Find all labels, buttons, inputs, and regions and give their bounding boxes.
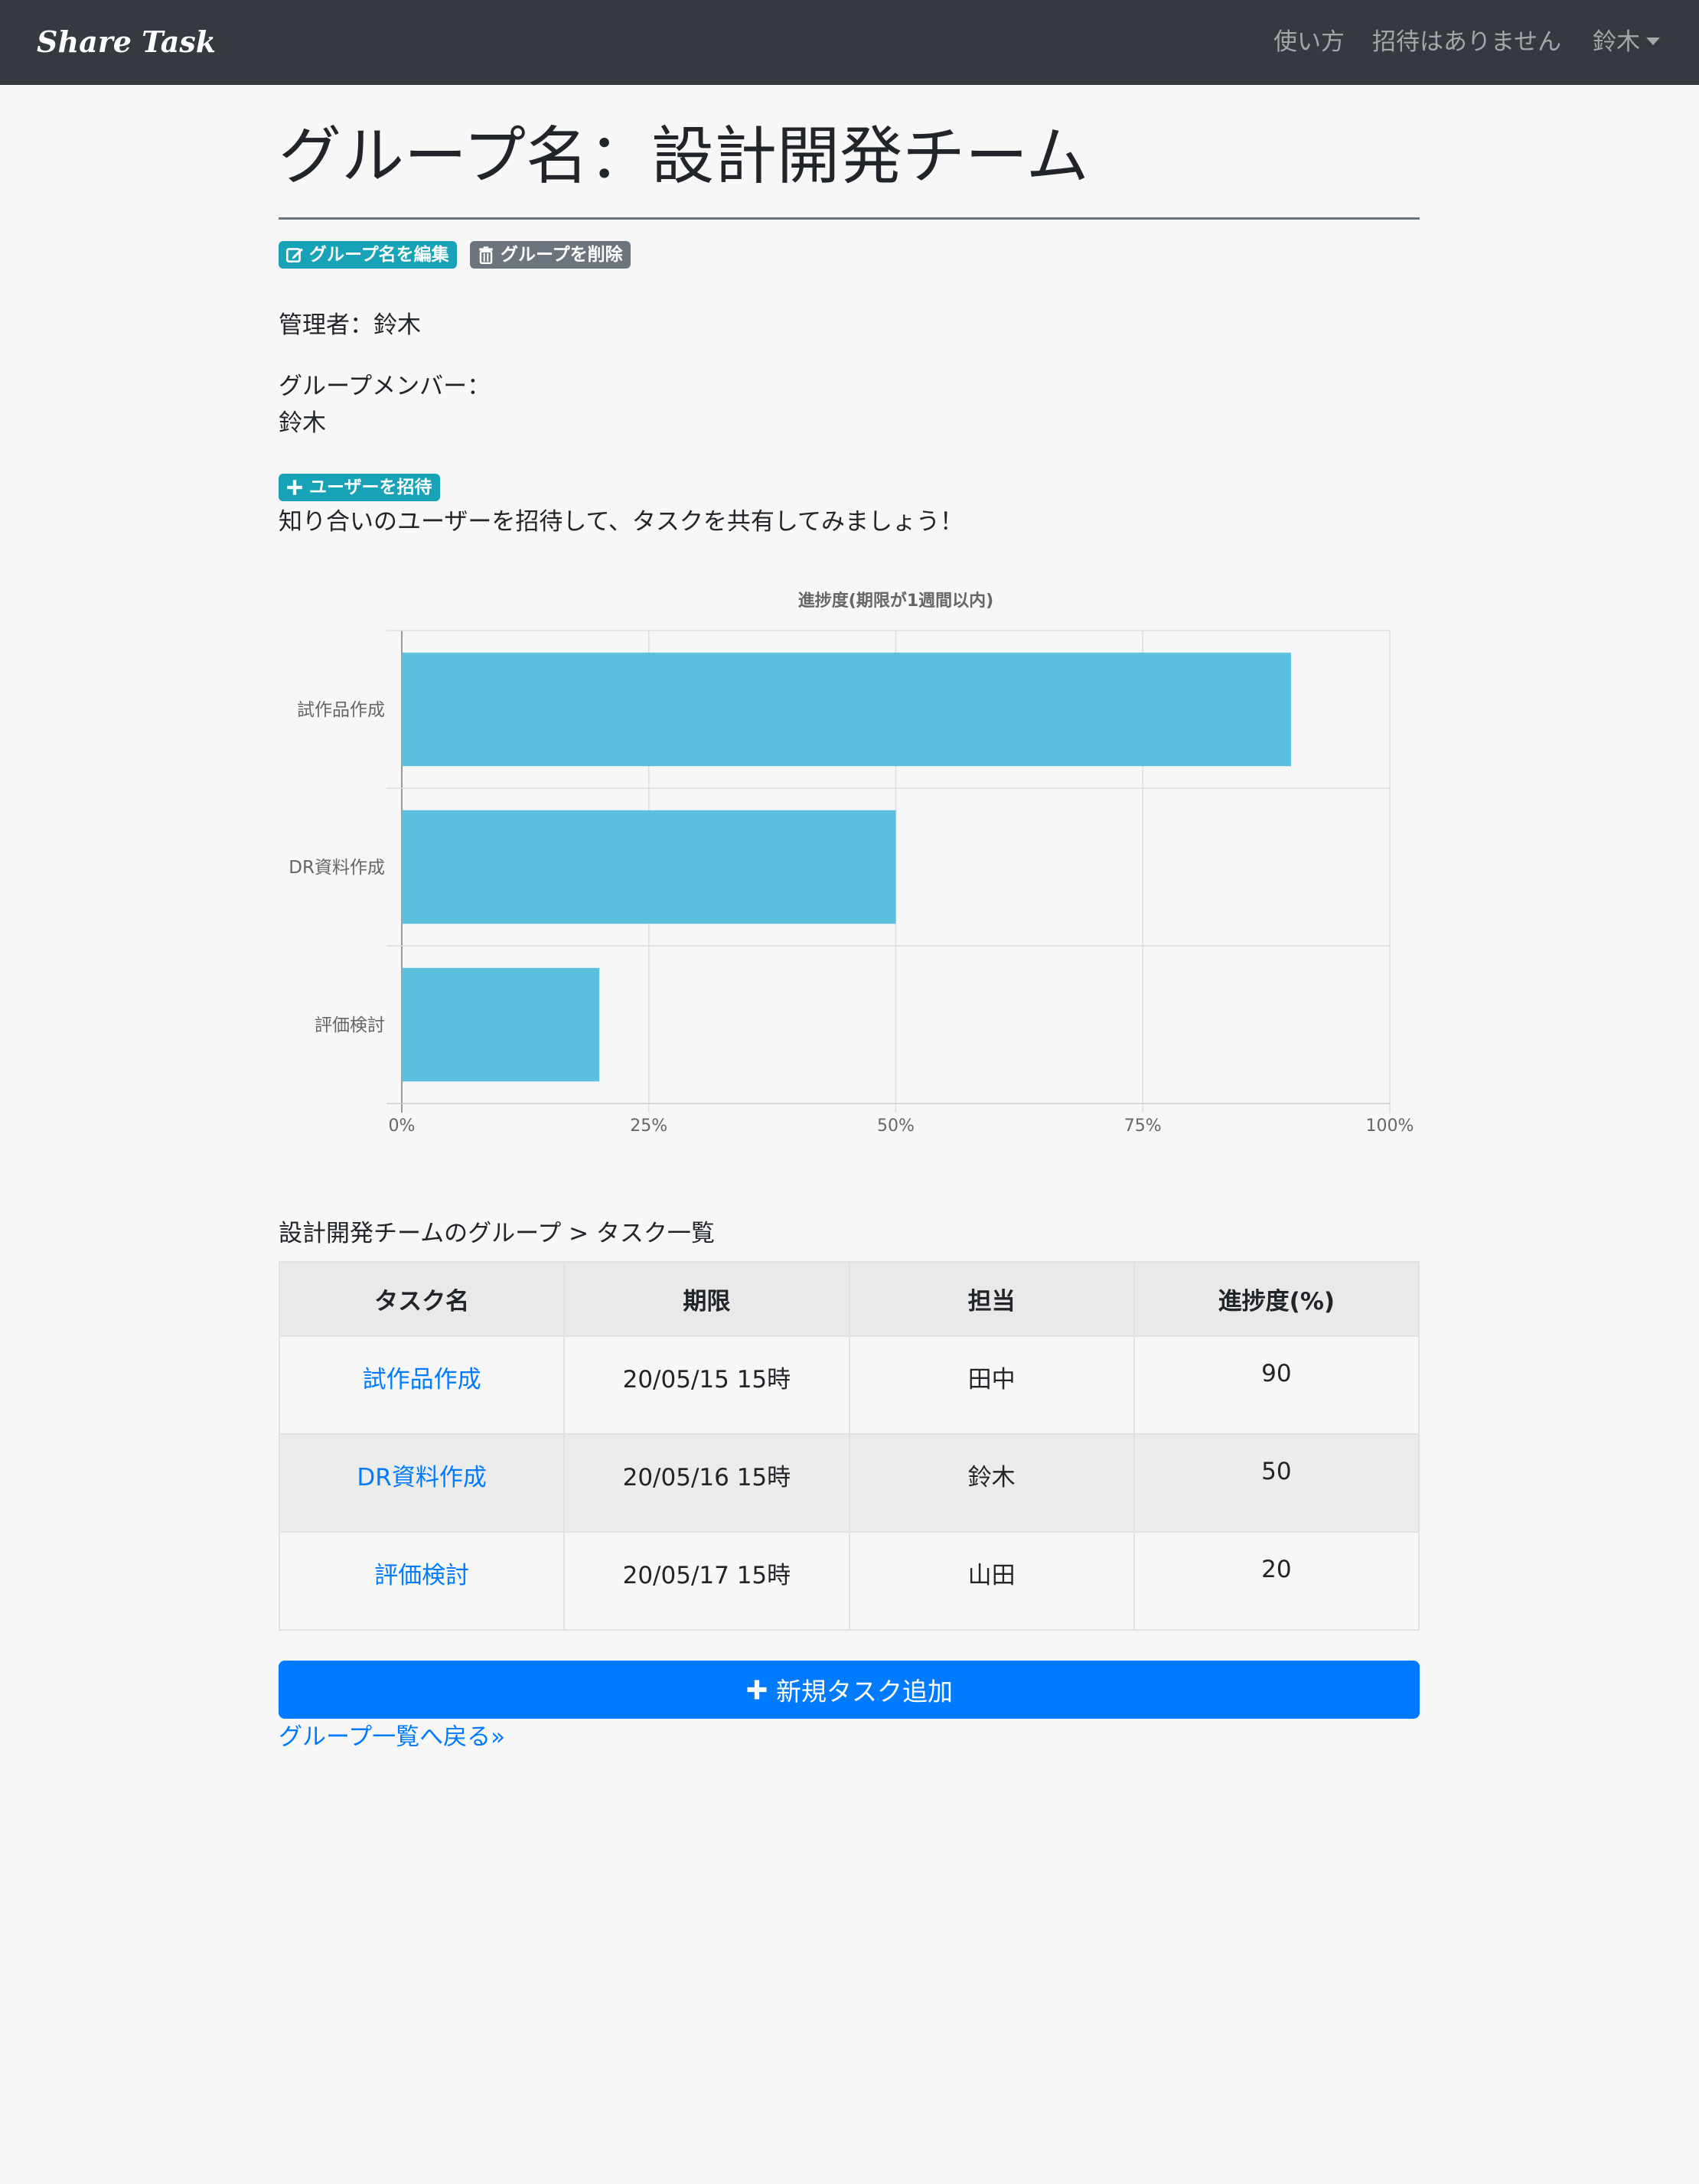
- x-tick-label: 0%: [389, 1116, 416, 1136]
- task-link[interactable]: DR資料作成: [357, 1464, 486, 1491]
- chart-bar: [402, 967, 600, 1082]
- column-header-progress: 進捗度(%): [1133, 1261, 1420, 1337]
- table-header-row: タスク名 期限 担当 進捗度(%): [278, 1261, 1420, 1337]
- new-task-button[interactable]: 新規タスク追加: [279, 1661, 1420, 1719]
- x-tick-label: 75%: [1124, 1116, 1162, 1136]
- owner-cell: 山田: [848, 1531, 1135, 1631]
- caret-down-icon: [1646, 37, 1660, 45]
- task-name-cell: 評価検討: [278, 1531, 566, 1631]
- invite-user-label: ユーザーを招待: [309, 478, 432, 497]
- task-link[interactable]: 試作品作成: [363, 1366, 481, 1394]
- progress-cell: 20: [1133, 1531, 1420, 1631]
- task-list-heading: 設計開発チームのグループ > タスク一覧: [279, 1220, 715, 1247]
- owner-cell: 鈴木: [848, 1433, 1135, 1533]
- plus-icon: [747, 1680, 767, 1700]
- delete-group-button[interactable]: グループを削除: [470, 241, 631, 269]
- task-link[interactable]: 評価検討: [374, 1562, 469, 1589]
- members-label: グループメンバー：: [279, 373, 491, 400]
- task-table: タスク名 期限 担当 進捗度(%) 試作品作成 20/05/15 15時 田中 …: [278, 1261, 1420, 1631]
- chart-bar: [402, 810, 896, 924]
- x-tick-label: 25%: [630, 1116, 667, 1136]
- chart-title: 進捗度(期限が1週間以内): [798, 591, 993, 611]
- user-menu-dropdown[interactable]: 鈴木: [1593, 23, 1660, 61]
- new-task-label: 新規タスク追加: [776, 1677, 953, 1706]
- y-category-label: 評価検討: [315, 1015, 385, 1035]
- plus-icon: [287, 480, 302, 495]
- table-row: 試作品作成 20/05/15 15時 田中 90: [278, 1335, 1420, 1435]
- brand-logo[interactable]: Share Task: [37, 17, 216, 67]
- column-header-deadline: 期限: [563, 1261, 850, 1337]
- x-tick-label: 50%: [877, 1116, 915, 1136]
- invite-user-button[interactable]: ユーザーを招待: [279, 474, 440, 501]
- nav-invitations-link[interactable]: 招待はありません: [1372, 23, 1561, 61]
- navbar: Share Task 使い方 招待はありません 鈴木: [0, 0, 1699, 85]
- back-to-groups-link[interactable]: グループ一覧へ戻る»: [279, 1720, 505, 1754]
- progress-cell: 50: [1133, 1433, 1420, 1533]
- delete-group-label: グループを削除: [501, 245, 623, 265]
- deadline-cell: 20/05/17 15時: [563, 1531, 850, 1631]
- chart-bar: [402, 652, 1291, 767]
- edit-group-name-label: グループ名を編集: [309, 245, 449, 265]
- y-category-label: 試作品作成: [297, 700, 385, 720]
- owner-cell: 田中: [848, 1335, 1135, 1435]
- y-category-label: DR資料作成: [289, 858, 385, 878]
- task-name-cell: DR資料作成: [278, 1433, 566, 1533]
- progress-cell: 90: [1133, 1335, 1420, 1435]
- nav-how-to-link[interactable]: 使い方: [1273, 23, 1345, 61]
- column-header-task-name: タスク名: [278, 1261, 566, 1337]
- admin-text: 管理者：鈴木: [279, 311, 421, 339]
- edit-group-name-button[interactable]: グループ名を編集: [279, 241, 457, 269]
- deadline-cell: 20/05/16 15時: [563, 1433, 850, 1533]
- member-name: 鈴木: [279, 409, 326, 437]
- task-name-cell: 試作品作成: [278, 1335, 566, 1435]
- user-menu-label: 鈴木: [1593, 28, 1640, 56]
- deadline-cell: 20/05/15 15時: [563, 1335, 850, 1435]
- x-tick-label: 100%: [1366, 1116, 1414, 1136]
- progress-chart: 進捗度(期限が1週間以内) 0% 25% 50% 75% 100% 試作品作成 DR資料作成評…: [289, 591, 1414, 1136]
- invite-message: 知り合いのユーザーを招待して、タスクを共有してみましょう！: [279, 508, 964, 536]
- edit-icon: [285, 248, 303, 262]
- table-row: 評価検討 20/05/17 15時 山田 20: [278, 1531, 1420, 1631]
- page-title: グループ名：設計開発チーム: [279, 120, 1089, 193]
- column-header-owner: 担当: [848, 1261, 1135, 1337]
- trash-icon: [479, 246, 493, 265]
- title-divider: [279, 217, 1420, 220]
- table-row: DR資料作成 20/05/16 15時 鈴木 50: [278, 1433, 1420, 1533]
